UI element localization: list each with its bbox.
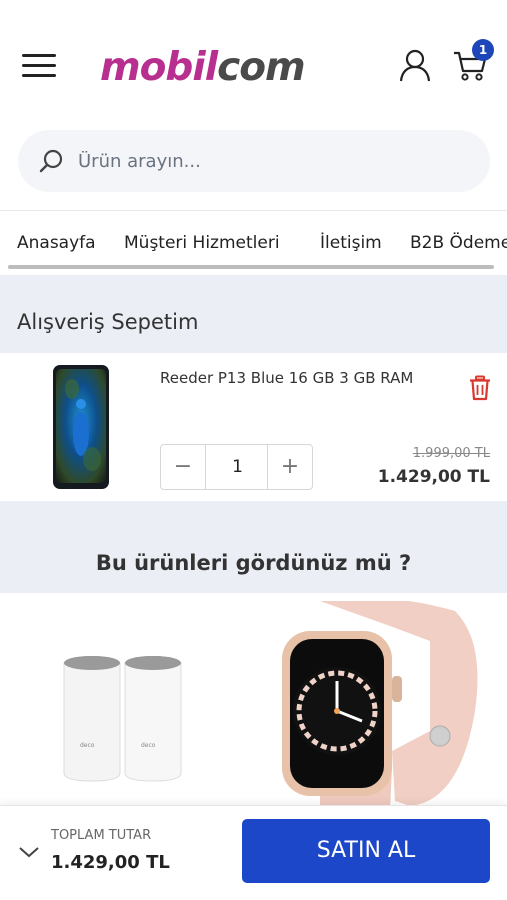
buy-button[interactable]: SATIN AL — [242, 819, 490, 883]
cart-count-badge: 1 — [472, 39, 494, 61]
quantity-stepper: − 1 + — [160, 444, 313, 490]
logo[interactable]: mobilcom — [100, 44, 355, 90]
product-name[interactable]: Reeder P13 Blue 16 GB 3 GB RAM — [160, 369, 413, 387]
cart-title: Alışveriş Sepetim — [17, 310, 199, 334]
svg-text:deco: deco — [141, 742, 156, 749]
search-bar[interactable] — [18, 130, 490, 192]
nav-item-customer-service[interactable]: Müşteri Hizmetleri — [124, 233, 280, 253]
nav-item-b2b-payment[interactable]: B2B Ödeme — [410, 233, 507, 253]
current-price: 1.429,00 TL — [377, 467, 490, 487]
top-nav: Anasayfa Müşteri Hizmetleri İletişim B2B… — [0, 210, 507, 270]
quantity-value[interactable]: 1 — [207, 445, 268, 489]
user-icon[interactable] — [398, 48, 432, 82]
suggested-product-watch-image[interactable] — [280, 601, 485, 811]
trash-icon[interactable] — [469, 375, 491, 401]
search-input[interactable] — [78, 130, 473, 192]
search-icon — [39, 149, 63, 173]
suggestions-title: Bu ürünleri gördünüz mü ? — [95, 551, 412, 575]
chevron-down-icon[interactable] — [18, 845, 40, 859]
increase-quantity-button[interactable]: + — [267, 445, 312, 489]
total-label: TOPLAM TUTAR — [51, 828, 152, 843]
menu-icon[interactable] — [22, 54, 56, 78]
nav-scrollbar[interactable] — [8, 265, 494, 269]
old-price: 1.999,00 TL — [412, 446, 490, 461]
svg-text:mobilcom: mobilcom — [100, 45, 305, 90]
total-value: 1.429,00 TL — [51, 852, 170, 873]
suggested-products: deco deco — [0, 593, 507, 811]
svg-text:deco: deco — [80, 742, 95, 749]
decrease-quantity-button[interactable]: − — [161, 445, 206, 489]
nav-item-home[interactable]: Anasayfa — [17, 233, 96, 253]
suggested-product-router-image[interactable]: deco deco — [60, 655, 185, 785]
product-image[interactable] — [52, 364, 110, 490]
nav-item-contact[interactable]: İletişim — [320, 233, 382, 253]
